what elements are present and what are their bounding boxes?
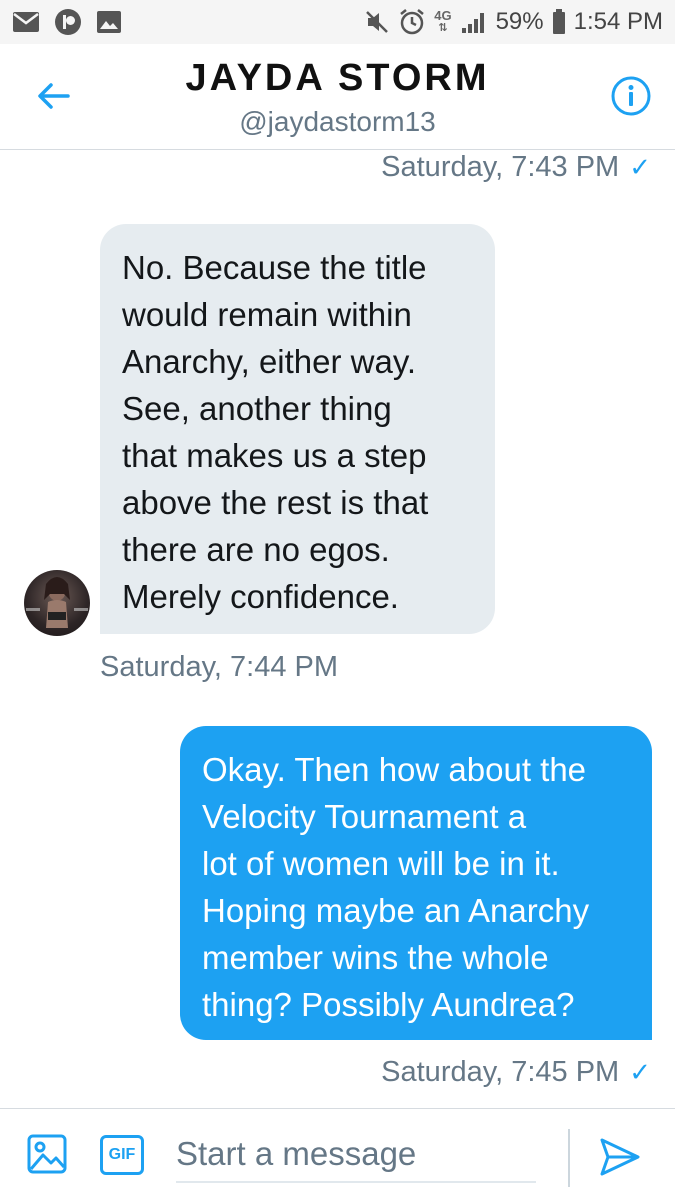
sent-message-bubble[interactable]: Okay. Then how about the Velocity Tourna…: [180, 726, 652, 1040]
network-label: 4G: [434, 8, 452, 23]
message-line: would remain within: [122, 296, 412, 333]
battery-icon: [552, 9, 566, 35]
status-time: 1:54 PM: [573, 8, 663, 35]
gif-button[interactable]: GIF: [100, 1135, 144, 1175]
info-icon: [611, 76, 651, 116]
status-bar: 4G ⇅ 59% 1:54 PM: [0, 0, 675, 44]
alarm-icon: [398, 8, 426, 36]
send-button[interactable]: [596, 1133, 644, 1181]
message-line: above the rest is that: [122, 484, 429, 521]
status-left: [12, 8, 122, 36]
timestamp-text: Saturday, 7:43 PM: [381, 151, 620, 183]
info-button[interactable]: [609, 74, 653, 118]
image-icon: [96, 10, 122, 34]
message-line: Merely confidence.: [122, 578, 399, 615]
message-line: lot of women will be in it.: [202, 845, 560, 882]
message-line: thing? Possibly Aundrea?: [202, 986, 575, 1023]
message-line: there are no egos.: [122, 531, 390, 568]
timestamp-text: Saturday, 7:45 PM: [381, 1056, 620, 1088]
network-icon: 4G ⇅: [434, 8, 452, 34]
signal-icon: [460, 10, 488, 34]
conversation-header: JAYDA STORM @jaydastorm13: [0, 44, 675, 150]
avatar-figure-icon: [26, 577, 88, 628]
message-line: Hoping maybe an Anarchy: [202, 892, 590, 929]
message-line: Okay. Then how about the: [202, 751, 587, 788]
message-line: that makes us a step: [122, 437, 427, 474]
conversation-title: JAYDA STORM: [185, 57, 490, 99]
message-composer: GIF: [0, 1108, 675, 1200]
message-line: Velocity Tournament a: [202, 798, 527, 835]
message-timestamp: Saturday, 7:43 PM ✓: [381, 150, 651, 184]
avatar[interactable]: [24, 570, 90, 636]
received-message-bubble[interactable]: No. Because the title would remain withi…: [100, 224, 495, 634]
message-timestamp: Saturday, 7:45 PM ✓: [381, 1055, 651, 1089]
battery-percent: 59%: [495, 8, 544, 35]
read-check-icon: ✓: [629, 152, 651, 182]
status-right: 4G ⇅ 59% 1:54 PM: [364, 8, 663, 36]
message-input[interactable]: [176, 1127, 536, 1183]
patreon-icon: [54, 8, 82, 36]
header-title-group: JAYDA STORM @jaydastorm13: [0, 56, 675, 140]
message-line: See, another thing: [122, 390, 392, 427]
mail-icon: [12, 11, 40, 33]
mute-icon: [364, 9, 390, 35]
composer-divider: [568, 1129, 570, 1187]
message-timestamp: Saturday, 7:44 PM: [100, 650, 338, 684]
add-photo-button[interactable]: [26, 1133, 70, 1177]
timestamp-text: Saturday, 7:44 PM: [100, 651, 339, 683]
send-icon: [600, 1138, 640, 1176]
message-line: No. Because the title: [122, 249, 427, 286]
read-check-icon: ✓: [629, 1057, 651, 1087]
message-line: Anarchy, either way.: [122, 343, 417, 380]
message-line: member wins the whole: [202, 939, 549, 976]
conversation-handle: @jaydastorm13: [239, 106, 436, 137]
image-icon: [27, 1134, 67, 1174]
